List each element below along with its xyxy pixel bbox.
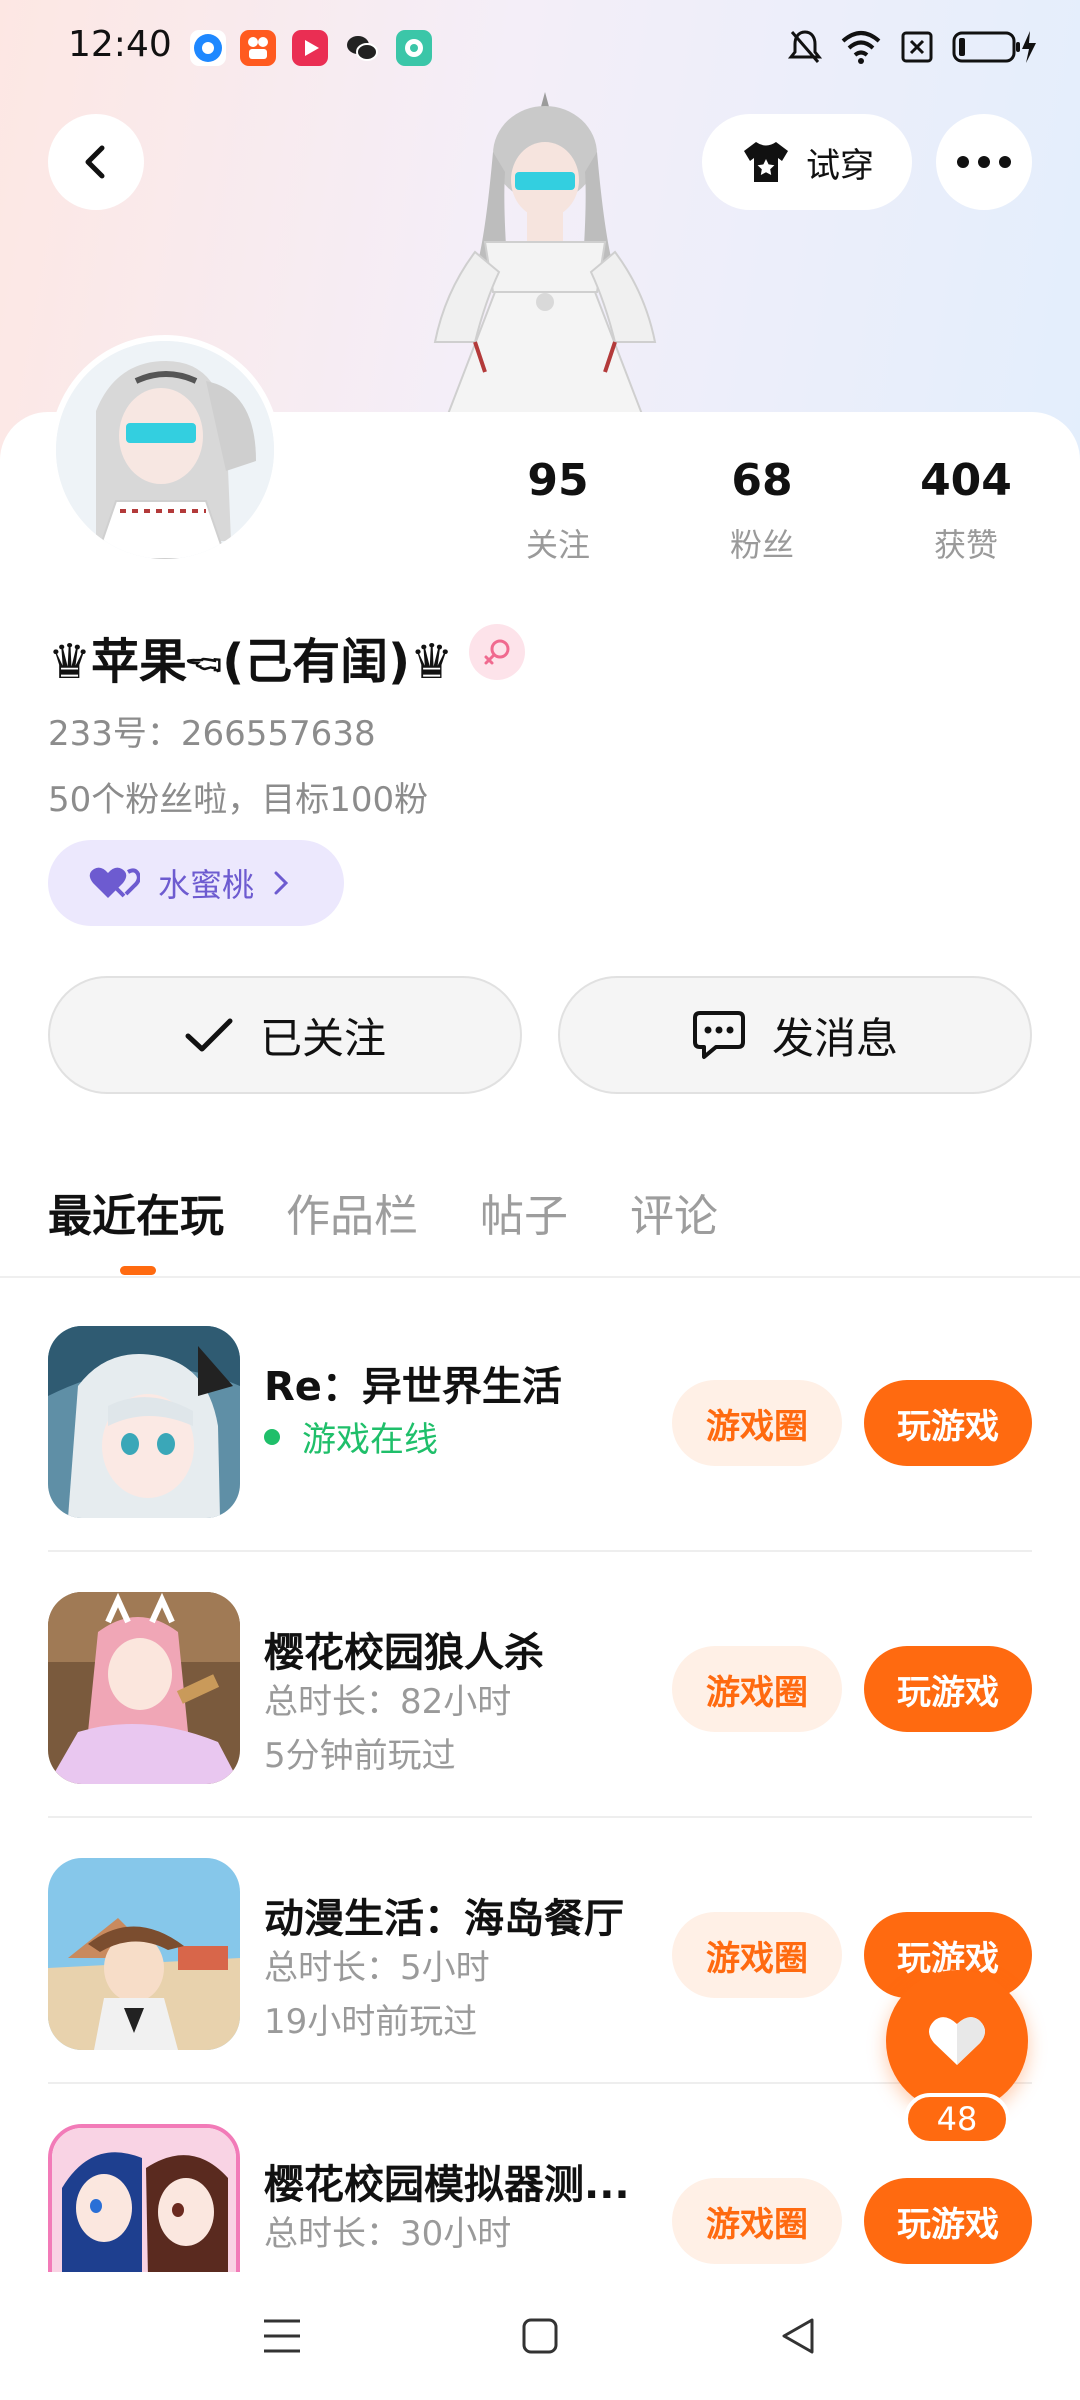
heart-icon — [929, 2017, 985, 2065]
play-duration: 总时长：82小时 — [264, 1682, 512, 1722]
game-list-item[interactable]: 动漫生活：海岛餐厅 总时长：5小时 19小时前玩过 游戏圈 玩游戏 — [48, 1818, 1032, 2084]
fan-group-tag[interactable]: 水蜜桃 — [48, 840, 344, 926]
following-count: 95 — [527, 455, 589, 506]
back-button[interactable] — [48, 114, 144, 210]
game-name: 樱花校园狼人杀 — [264, 1630, 544, 1676]
game-icon-re-zero — [48, 1326, 240, 1518]
battery-charging-icon — [952, 31, 1036, 63]
play-duration: 总时长：30小时 — [264, 2214, 512, 2254]
followed-button[interactable]: 已关注 — [48, 976, 522, 1094]
game-list-item[interactable]: Re：异世界生活 游戏在线 游戏圈 玩游戏 — [48, 1286, 1032, 1552]
user-id: 233号：266557638 — [48, 714, 376, 754]
play-game-button[interactable]: 玩游戏 — [864, 1380, 1032, 1466]
stat-following[interactable]: 95 关注 — [478, 455, 638, 566]
online-status: 游戏在线 — [264, 1412, 438, 1461]
send-message-button[interactable]: 发消息 — [558, 976, 1032, 1094]
play-game-button[interactable]: 玩游戏 — [864, 1646, 1032, 1732]
stat-fans[interactable]: 68 粉丝 — [682, 455, 842, 566]
game-circle-button[interactable]: 游戏圈 — [672, 2178, 842, 2264]
kuaishou-icon — [240, 30, 276, 66]
status-time: 12:40 — [68, 24, 172, 65]
browser-icon — [190, 30, 226, 66]
game-icon-sakura-werewolf — [48, 1592, 240, 1784]
game-circle-button[interactable]: 游戏圈 — [672, 1380, 842, 1466]
fan-group-label: 水蜜桃 — [158, 866, 255, 904]
stat-likes[interactable]: 404 获赞 — [886, 455, 1046, 566]
like-count-badge: 48 — [904, 2093, 1010, 2145]
fans-label: 粉丝 — [729, 526, 794, 564]
system-status-icons — [788, 28, 1038, 66]
game-icon-island-restaurant — [48, 1858, 240, 2050]
avatar-image — [56, 341, 274, 559]
nav-back-button[interactable] — [774, 2312, 822, 2360]
game-name: Re：异世界生活 — [264, 1364, 562, 1410]
try-on-button[interactable]: 试穿 — [702, 114, 912, 210]
avatar[interactable] — [50, 335, 280, 565]
likes-label: 获赞 — [933, 526, 998, 564]
game-icon-sakura-school-sim — [48, 2124, 240, 2272]
tab-recently-played[interactable]: 最近在玩 — [48, 1180, 224, 1244]
tab-comments[interactable]: 评论 — [630, 1180, 718, 1244]
following-label: 关注 — [525, 526, 590, 564]
tab-divider — [0, 1276, 1080, 1278]
home-square-icon — [522, 2318, 558, 2354]
try-on-label: 试穿 — [806, 145, 874, 186]
game-name: 樱花校园模拟器测... — [264, 2162, 630, 2208]
likes-count: 404 — [920, 455, 1012, 506]
menu-icon — [264, 2319, 300, 2353]
play-game-button[interactable]: 玩游戏 — [864, 2178, 1032, 2264]
fans-count: 68 — [731, 455, 793, 506]
game-list-item[interactable]: 樱花校园狼人杀 总时长：82小时 5分钟前玩过 游戏圈 玩游戏 — [48, 1552, 1032, 1818]
game-circle-button[interactable]: 游戏圈 — [672, 1912, 842, 1998]
like-fab-button[interactable] — [886, 1970, 1028, 2112]
avatar-3d-figure — [433, 92, 657, 422]
chat-app-icon — [396, 30, 432, 66]
wifi-icon — [841, 31, 881, 64]
game-circle-button[interactable]: 游戏圈 — [672, 1646, 842, 1732]
online-dot-icon — [264, 1428, 280, 1445]
video-app-icon — [292, 30, 328, 66]
game-list-item[interactable]: 樱花校园模拟器测... 总时长：30小时 游戏圈 玩游戏 — [48, 2084, 1032, 2272]
back-arrow-icon — [85, 145, 105, 179]
last-played: 19小时前玩过 — [264, 2002, 478, 2042]
chevron-right-icon — [274, 871, 289, 895]
active-tab-indicator — [120, 1266, 156, 1275]
profile-tabs: 最近在玩 作品栏 帖子 评论 — [48, 1180, 718, 1244]
tab-works[interactable]: 作品栏 — [286, 1180, 418, 1244]
system-nav-bar — [0, 2272, 1080, 2400]
double-heart-icon — [89, 867, 140, 898]
send-message-label: 发消息 — [771, 1013, 898, 1063]
back-triangle-icon — [782, 2318, 814, 2354]
followed-label: 已关注 — [259, 1013, 386, 1063]
check-icon — [185, 1018, 233, 1052]
outfit-icon — [744, 142, 788, 182]
message-icon — [692, 1011, 745, 1059]
status-bar: 12:40 — [0, 0, 1080, 96]
sim-off-icon — [901, 31, 933, 63]
play-duration: 总时长：5小时 — [264, 1948, 490, 1988]
more-dots-icon — [957, 156, 1011, 168]
game-name: 动漫生活：海岛餐厅 — [264, 1896, 624, 1942]
last-played: 5分钟前玩过 — [264, 1736, 456, 1776]
more-button[interactable] — [936, 114, 1032, 210]
online-status-label: 游戏在线 — [302, 1420, 438, 1460]
user-bio: 50个粉丝啦，目标100粉 — [48, 780, 429, 820]
nav-home-button[interactable] — [516, 2312, 564, 2360]
tab-posts[interactable]: 帖子 — [480, 1180, 568, 1244]
wechat-icon — [344, 30, 380, 66]
female-icon — [469, 624, 525, 680]
nav-menu-button[interactable] — [258, 2312, 306, 2360]
mute-bell-icon — [788, 30, 822, 63]
username: ♛苹果🖘(己有闺)♛ — [48, 634, 454, 690]
